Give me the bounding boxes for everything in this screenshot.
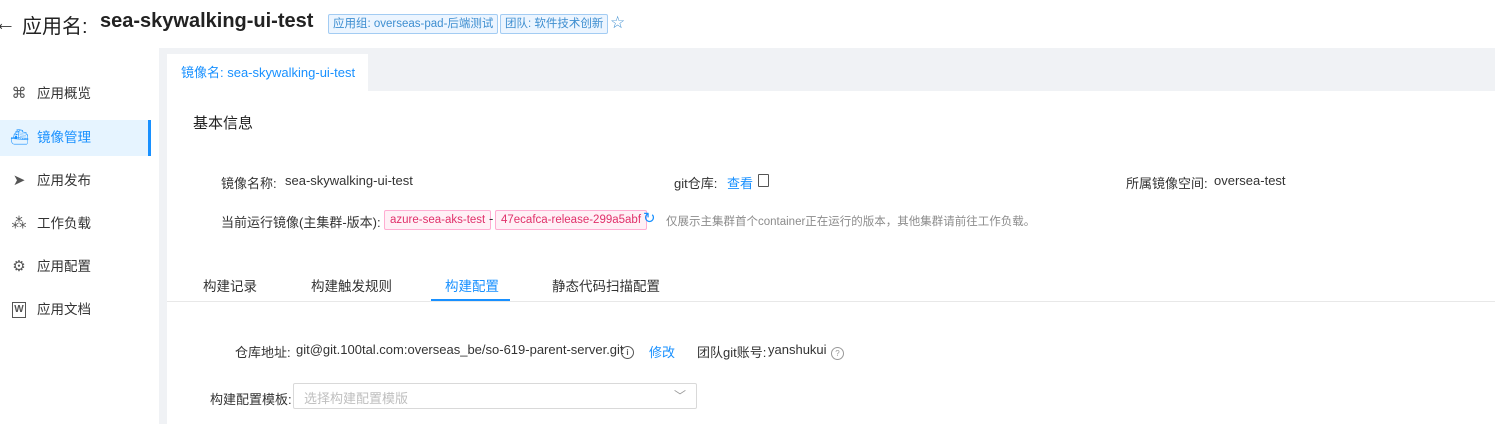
send-icon: ➤	[12, 172, 26, 189]
git-repo-label: git仓库:	[674, 176, 718, 191]
team-git-label: 团队git账号:	[697, 345, 767, 360]
image-name-value: sea-skywalking-ui-test	[285, 173, 413, 188]
git-view-link[interactable]: 查看	[727, 173, 753, 192]
chevron-down-icon: ﹀	[673, 389, 686, 403]
team-git-value: yanshukui	[768, 342, 827, 357]
repo-address-label: 仓库地址:	[235, 345, 291, 360]
app-name: sea-skywalking-ui-test	[100, 10, 314, 32]
team-tag: 团队: 软件技术创新	[500, 14, 609, 34]
sidebar-item-label: 镜像管理	[37, 130, 91, 145]
template-select[interactable]: 选择构建配置模版 ﹀	[293, 383, 697, 409]
tab-image[interactable]: 镜像名: sea-skywalking-ui-test	[167, 54, 368, 91]
sidebar-item-label: 应用发布	[37, 173, 91, 188]
running-image-hint: 仅展示主集群首个container正在运行的版本，其他集群请前往工作负载。	[666, 216, 1036, 228]
sidebar-item-label: 应用配置	[37, 259, 91, 274]
template-label: 构建配置模板:	[210, 392, 292, 407]
back-arrow-icon[interactable]: ←	[0, 10, 16, 36]
star-icon[interactable]: ☆	[610, 13, 625, 33]
active-tab-indicator	[431, 299, 510, 301]
copy-icon[interactable]	[758, 174, 769, 187]
tab-build-triggers[interactable]: 构建触发规则	[311, 275, 392, 295]
apps-icon: ⌘	[11, 85, 27, 102]
tab-build-records[interactable]: 构建记录	[203, 275, 257, 295]
version-tag: 47ecafca-release-299a5abf	[495, 210, 648, 230]
image-name-label: 镜像名称:	[221, 176, 277, 191]
cluster-icon: ⁂	[11, 215, 27, 232]
sidebar-item-release[interactable]: ➤ 应用发布	[0, 163, 151, 199]
sidebar-item-image-management[interactable]: ⛴ 镜像管理	[0, 120, 151, 156]
section-title: 基本信息	[193, 115, 254, 132]
docker-icon: ⛴	[10, 129, 30, 146]
cluster-tag: azure-sea-aks-test	[384, 210, 492, 230]
sidebar-item-workload[interactable]: ⁂ 工作负载	[0, 206, 151, 242]
app-name-prefix: 应用名:	[22, 16, 88, 38]
sidebar-item-label: 应用概览	[37, 86, 91, 101]
repo-address-value: git@git.100tal.com:overseas_be/so-619-pa…	[296, 342, 624, 357]
word-doc-icon: W	[10, 292, 28, 328]
help-icon[interactable]: ?	[831, 343, 844, 361]
edit-repo-link[interactable]: 修改	[649, 342, 675, 361]
tab-static-scan-config[interactable]: 静态代码扫描配置	[552, 275, 660, 295]
main-panel	[167, 54, 1495, 424]
running-image-label: 当前运行镜像(主集群-版本):	[221, 215, 381, 230]
sidebar-active-indicator	[148, 120, 151, 156]
app-group-tag: 应用组: overseas-pad-后端测试	[328, 14, 499, 34]
separator-dash: -	[489, 211, 494, 226]
sidebar-item-overview[interactable]: ⌘ 应用概览	[0, 76, 151, 112]
settings-icon: ⚙	[12, 258, 26, 275]
tab-build-config[interactable]: 构建配置	[445, 275, 499, 295]
refresh-icon[interactable]: ↻	[643, 210, 656, 228]
tab-divider	[167, 301, 1495, 302]
sidebar-item-label: 工作负载	[37, 216, 91, 231]
info-icon[interactable]: i	[621, 342, 634, 360]
sidebar-item-config[interactable]: ⚙ 应用配置	[0, 249, 151, 285]
namespace-label: 所属镜像空间:	[1126, 176, 1208, 191]
sidebar-item-label: 应用文档	[37, 302, 91, 317]
template-select-placeholder: 选择构建配置模版	[304, 391, 409, 406]
namespace-value: oversea-test	[1214, 173, 1286, 188]
sidebar-item-docs[interactable]: W 应用文档	[0, 292, 151, 328]
